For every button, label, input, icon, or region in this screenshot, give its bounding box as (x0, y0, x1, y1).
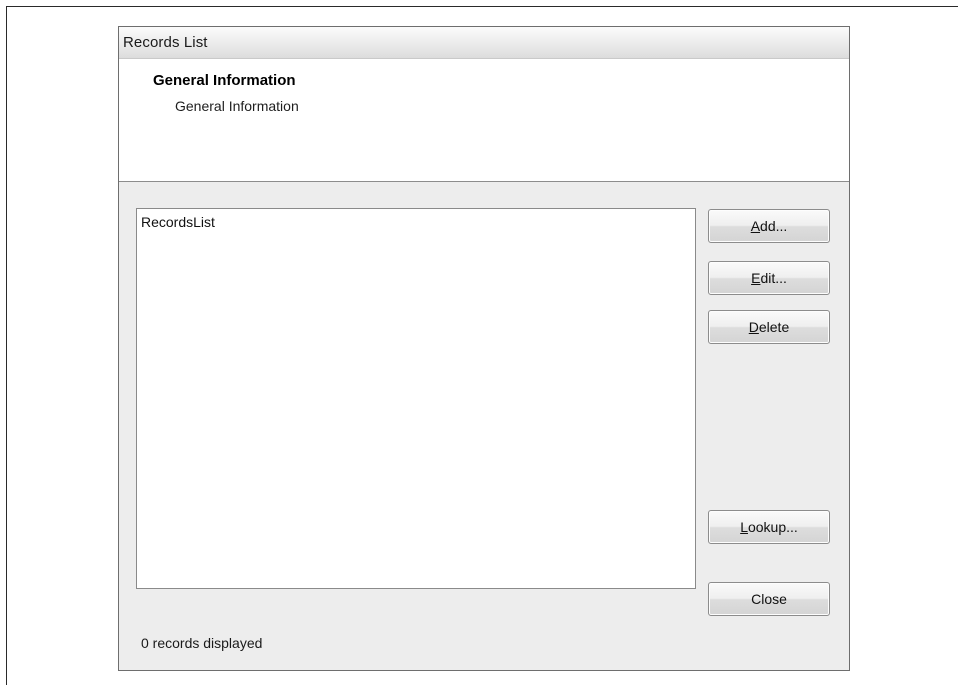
records-listbox[interactable]: RecordsList (136, 208, 696, 589)
add-button[interactable]: Add... (708, 209, 830, 243)
add-button-label: dd... (760, 218, 788, 234)
delete-button[interactable]: Delete (708, 310, 830, 344)
edit-button[interactable]: Edit... (708, 261, 830, 295)
add-button-mnemonic: A (750, 218, 761, 234)
lookup-button-mnemonic: L (740, 519, 748, 535)
lookup-button[interactable]: Lookup... (708, 510, 830, 544)
header-title: General Information (153, 72, 296, 89)
close-button[interactable]: Close (708, 582, 830, 616)
delete-button-label: elete (758, 319, 790, 335)
window-title: Records List (123, 34, 208, 51)
list-item[interactable]: RecordsList (141, 214, 215, 230)
page-border-left (6, 6, 7, 685)
delete-button-mnemonic: D (748, 319, 759, 335)
status-text: 0 records displayed (141, 635, 263, 651)
edit-button-label: dit... (760, 270, 787, 286)
title-bar[interactable]: Records List (119, 27, 849, 59)
header-subtitle: General Information (175, 98, 299, 114)
header-panel: General Information General Information (119, 59, 849, 182)
records-list-dialog: Records List General Information General… (118, 26, 850, 671)
close-button-label: Close (751, 591, 787, 607)
page-border-top (6, 6, 958, 7)
lookup-button-label: ookup... (747, 519, 798, 535)
